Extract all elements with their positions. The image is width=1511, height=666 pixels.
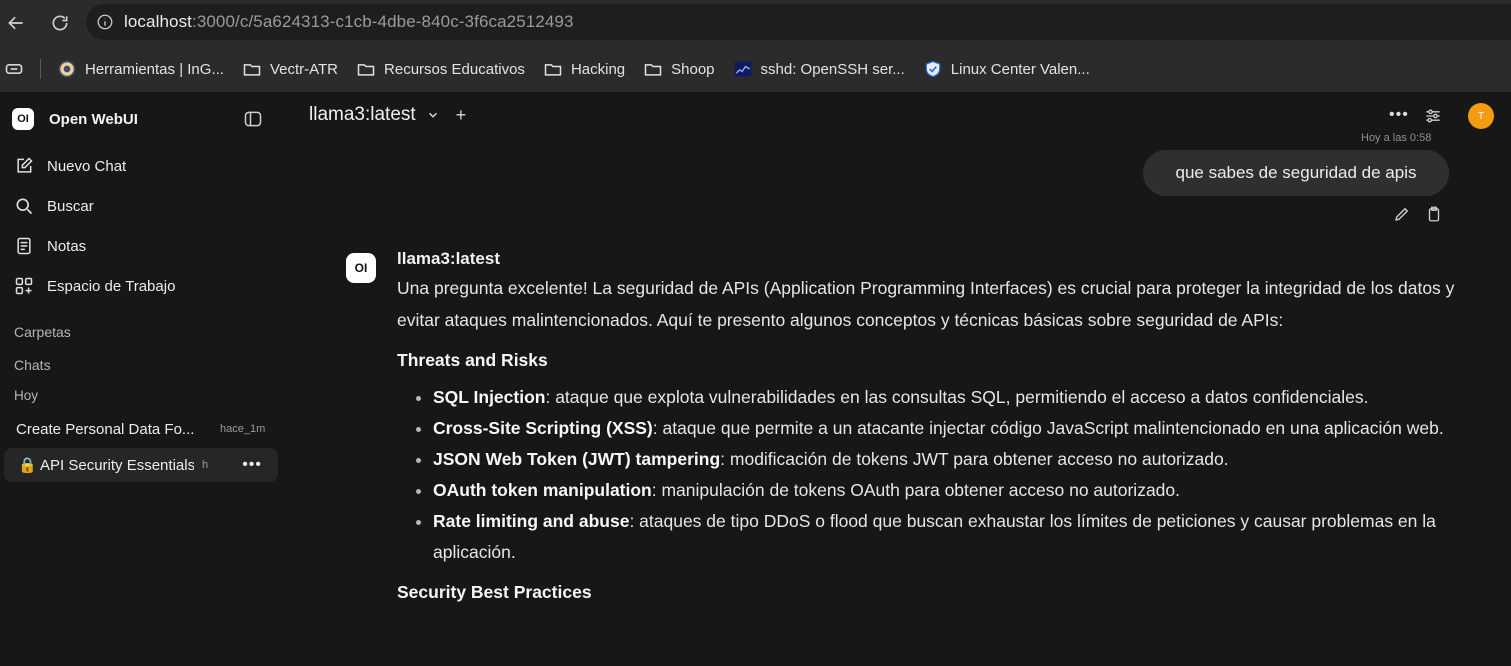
- assistant-logo: OI: [346, 253, 376, 283]
- brand-name: Open WebUI: [49, 110, 138, 128]
- nav-new-chat[interactable]: Nuevo Chat: [0, 146, 287, 186]
- list-item: Rate limiting and abuse: ataques de tipo…: [433, 506, 1457, 568]
- folder-icon: [356, 59, 376, 79]
- folder-icon: [543, 59, 563, 79]
- workspace-icon: [14, 276, 34, 296]
- nav-notes[interactable]: Notas: [0, 226, 287, 266]
- user-message-bubble: que sabes de seguridad de apis: [1143, 150, 1449, 196]
- bookmark-sshd[interactable]: sshd: OpenSSH ser...: [725, 55, 915, 83]
- folder-icon: [242, 59, 262, 79]
- bookmarks-bar: Herramientas | InG... Vectr-ATR Recursos…: [0, 46, 1511, 93]
- user-avatar[interactable]: T: [1468, 103, 1494, 129]
- answer-intro: Una pregunta excelente! La seguridad de …: [397, 278, 1455, 330]
- openwebui-logo: OI: [12, 108, 34, 130]
- answer-heading: Security Best Practices: [397, 582, 592, 602]
- sidebar: OI Open WebUI Nuevo Chat Buscar Notas Es…: [0, 92, 287, 666]
- chat-title: 🔒 API Security Essentials: [18, 457, 194, 474]
- chat-time: hace_1m: [220, 423, 266, 435]
- more-options-icon[interactable]: •••: [242, 456, 262, 474]
- message-timestamp: Hoy a las 0:58: [1361, 132, 1432, 144]
- reload-icon[interactable]: [49, 12, 71, 34]
- chat-time: h: [202, 459, 209, 471]
- bookmark-folder-hacking[interactable]: Hacking: [535, 55, 635, 83]
- chat-item[interactable]: Create Personal Data Fo... hace_1m: [4, 412, 278, 446]
- threats-list: SQL Injection: ataque que explota vulner…: [397, 382, 1457, 568]
- brand[interactable]: OI Open WebUI: [12, 108, 138, 130]
- list-item: Cross-Site Scripting (XSS): ataque que p…: [433, 413, 1457, 444]
- bookmarks-divider: [40, 59, 41, 79]
- assistant-message: Una pregunta excelente! La seguridad de …: [397, 272, 1457, 614]
- bookmark-herramientas[interactable]: Herramientas | InG...: [49, 55, 234, 83]
- list-item: SQL Injection: ataque que explota vulner…: [433, 382, 1457, 413]
- bookmark-folder-shoop[interactable]: Shoop: [635, 55, 724, 83]
- edit-message-icon[interactable]: [1393, 205, 1411, 223]
- bookmark-folder-recursos[interactable]: Recursos Educativos: [348, 55, 535, 83]
- notes-icon: [14, 236, 34, 256]
- browser-toolbar: localhost:3000/c/5a624313-c1cb-4dbe-840c…: [0, 0, 1511, 46]
- sidebar-toggle-icon[interactable]: [243, 109, 263, 129]
- copy-icon[interactable]: [1425, 205, 1443, 223]
- answer-heading: Threats and Risks: [397, 350, 548, 370]
- nav-workspace[interactable]: Espacio de Trabajo: [0, 266, 287, 306]
- shield-favicon-icon: [923, 59, 943, 79]
- back-arrow-icon[interactable]: [5, 12, 27, 34]
- chat-item-active[interactable]: 🔒 API Security Essentials h •••: [4, 448, 278, 482]
- edit-icon: [14, 156, 34, 176]
- site-info-icon[interactable]: [96, 13, 114, 31]
- model-selector[interactable]: llama3:latest +: [309, 104, 466, 126]
- add-model-icon[interactable]: +: [456, 105, 467, 126]
- chart-favicon-icon: [733, 59, 753, 79]
- sidebar-nav: Nuevo Chat Buscar Notas Espacio de Traba…: [0, 146, 287, 306]
- more-icon[interactable]: •••: [1389, 106, 1409, 124]
- bookmark-linux-center[interactable]: Linux Center Valen...: [915, 55, 1100, 83]
- model-name: llama3:latest: [309, 104, 416, 125]
- shield-badge-icon: [57, 59, 77, 79]
- today-group-label: Hoy: [14, 388, 39, 403]
- list-item: JSON Web Token (JWT) tampering: modifica…: [433, 444, 1457, 475]
- tab-search-icon[interactable]: [0, 55, 32, 83]
- url-text: localhost:3000/c/5a624313-c1cb-4dbe-840c…: [124, 12, 574, 31]
- nav-search[interactable]: Buscar: [0, 186, 287, 226]
- search-icon: [14, 196, 34, 216]
- chat-main: llama3:latest + ••• T Hoy a las 0:58 que…: [287, 92, 1511, 666]
- chats-section-label[interactable]: Chats: [14, 357, 51, 373]
- address-bar[interactable]: localhost:3000/c/5a624313-c1cb-4dbe-840c…: [86, 4, 1511, 40]
- controls-sliders-icon[interactable]: [1423, 106, 1443, 126]
- assistant-name: llama3:latest: [397, 249, 500, 268]
- chevron-down-icon[interactable]: [426, 108, 440, 122]
- list-item: OAuth token manipulation: manipulación d…: [433, 475, 1457, 506]
- folders-section-label[interactable]: Carpetas: [14, 324, 71, 340]
- folder-icon: [643, 59, 663, 79]
- bookmark-folder-vectr[interactable]: Vectr-ATR: [234, 55, 348, 83]
- chat-title: Create Personal Data Fo...: [16, 420, 195, 438]
